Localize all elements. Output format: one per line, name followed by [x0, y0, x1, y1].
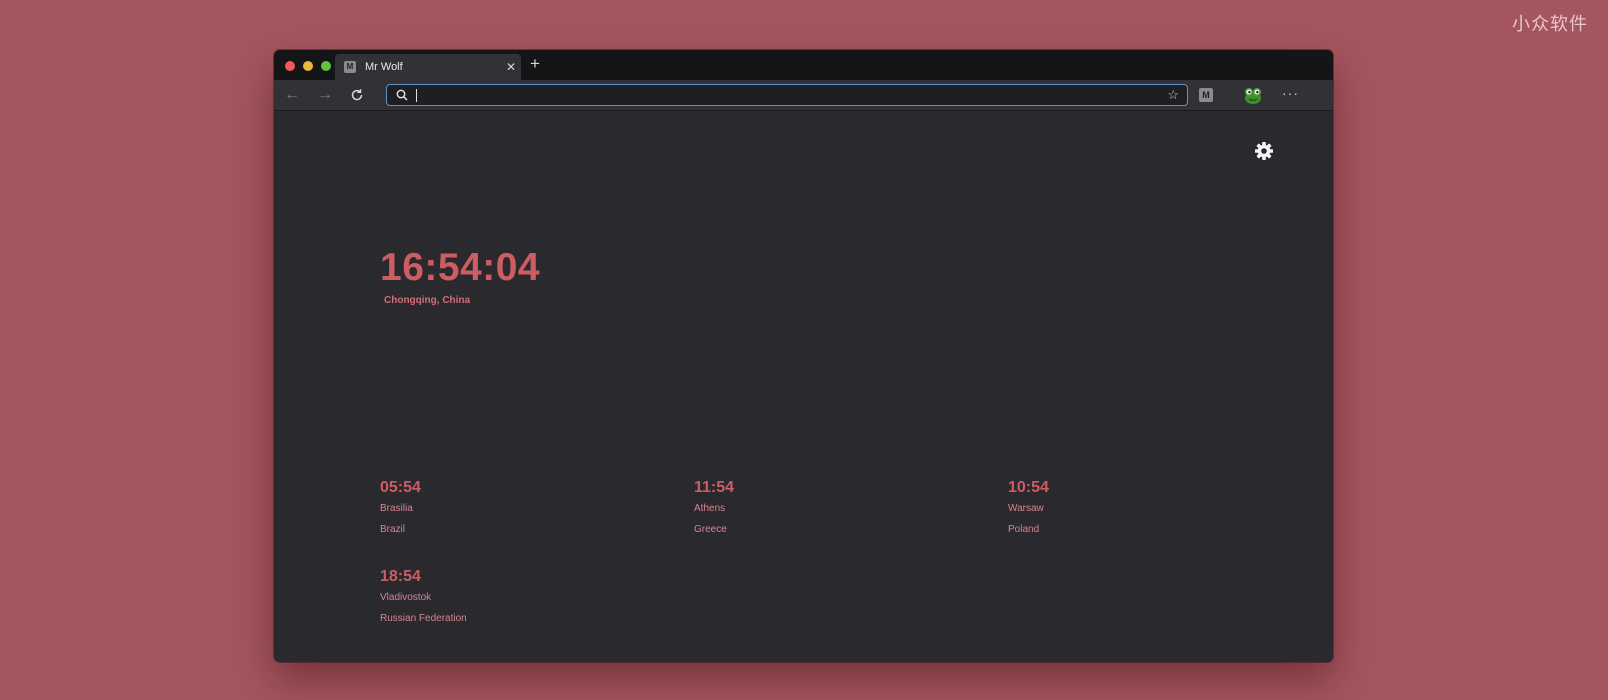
- city-time: 18:54: [380, 568, 421, 585]
- frog-extension-icon[interactable]: [1242, 84, 1264, 111]
- watermark: 小众软件: [1512, 14, 1588, 35]
- search-icon: [396, 89, 408, 101]
- city-country: Greece: [694, 524, 727, 535]
- maximize-window-button[interactable]: [321, 61, 331, 71]
- reload-icon[interactable]: [347, 86, 367, 104]
- city-country: Russian Federation: [380, 613, 467, 624]
- city-time: 05:54: [380, 479, 421, 496]
- city-clock-card: 18:54 Vladivostok Russian Federation: [380, 568, 467, 624]
- main-clock-time: 16:54:04: [380, 246, 541, 289]
- city-time: 11:54: [694, 479, 735, 496]
- city-name: Vladivostok: [380, 592, 432, 603]
- more-menu-button[interactable]: ···: [1282, 85, 1299, 101]
- gear-icon[interactable]: [1254, 141, 1274, 166]
- city-name: Warsaw: [1008, 503, 1044, 514]
- close-icon[interactable]: ✕: [501, 60, 521, 74]
- tab-title: Mr Wolf: [365, 61, 403, 73]
- browser-window: M Mr Wolf ✕ + ← → ☆ M ··· 16:54:04 Chong…: [274, 50, 1333, 662]
- text-caret: [416, 88, 417, 102]
- city-clock-card: 10:54 Warsaw Poland: [1008, 479, 1049, 535]
- toolbar: ← → ☆ M ···: [274, 80, 1333, 111]
- extension-m-icon[interactable]: M: [1199, 88, 1213, 102]
- back-arrow-icon[interactable]: ←: [282, 86, 302, 104]
- forward-arrow-icon[interactable]: →: [315, 86, 335, 104]
- main-clock-location: Chongqing, China: [384, 295, 471, 306]
- page-content: 16:54:04 Chongqing, China 05:54 Brasilia…: [274, 111, 1333, 662]
- star-icon[interactable]: ☆: [1167, 87, 1179, 103]
- city-country: Poland: [1008, 524, 1040, 535]
- city-clock-card: 05:54 Brasilia Brazil: [380, 479, 421, 535]
- new-tab-button[interactable]: +: [530, 55, 540, 73]
- tab-mr-wolf[interactable]: M Mr Wolf ✕: [335, 54, 521, 80]
- city-name: Athens: [694, 503, 726, 514]
- window-controls: [285, 61, 331, 71]
- city-clock-card: 11:54 Athens Greece: [694, 479, 734, 535]
- city-name: Brasilia: [380, 503, 413, 514]
- city-country: Brazil: [380, 524, 406, 535]
- tab-bar: M Mr Wolf ✕ +: [274, 50, 1333, 80]
- close-window-button[interactable]: [285, 61, 295, 71]
- minimize-window-button[interactable]: [303, 61, 313, 71]
- address-bar[interactable]: ☆: [386, 84, 1188, 106]
- city-time: 10:54: [1008, 479, 1049, 496]
- tab-favicon-icon: M: [344, 61, 356, 73]
- address-input[interactable]: [423, 86, 1168, 104]
